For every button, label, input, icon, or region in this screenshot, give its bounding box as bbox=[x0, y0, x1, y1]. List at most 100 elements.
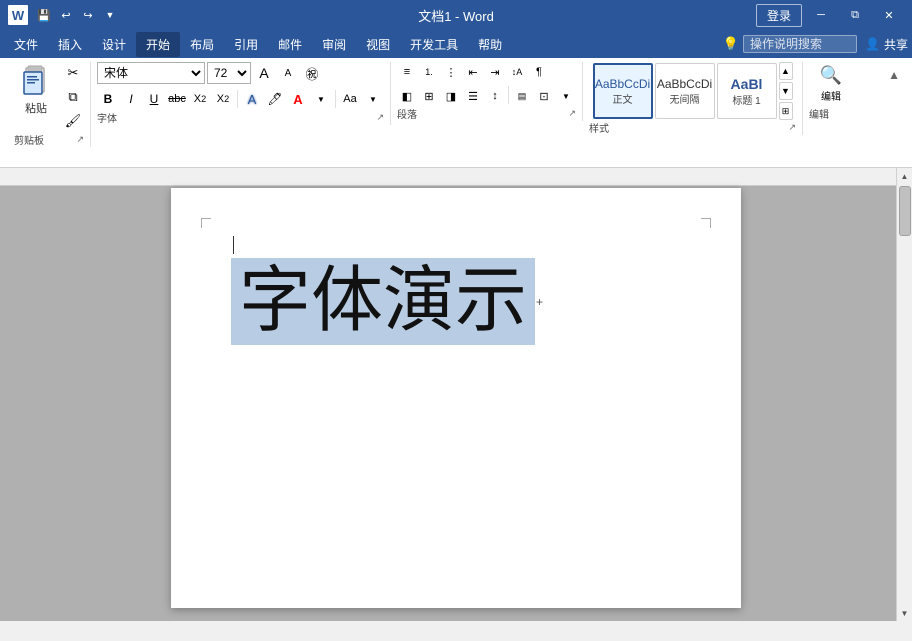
undo-quick-btn[interactable]: ↩ bbox=[56, 5, 76, 25]
clipboard-label: 剪贴板 bbox=[14, 132, 44, 147]
menu-design[interactable]: 设计 bbox=[92, 32, 136, 57]
menu-help[interactable]: 帮助 bbox=[468, 32, 512, 57]
customize-quick-btn[interactable]: ▼ bbox=[100, 5, 120, 25]
italic-button[interactable]: I bbox=[120, 88, 142, 110]
minimize-button[interactable]: ─ bbox=[806, 1, 836, 29]
text-effect-button[interactable]: A bbox=[241, 88, 263, 110]
shading-btn[interactable]: ▤ bbox=[512, 86, 532, 106]
subscript-button[interactable]: X2 bbox=[189, 88, 211, 110]
document-content[interactable]: 字体演示 + bbox=[231, 258, 681, 345]
app-icon: W bbox=[8, 5, 28, 25]
paste-button[interactable]: 粘贴 bbox=[14, 62, 58, 118]
redo-quick-btn[interactable]: ↪ bbox=[78, 5, 98, 25]
font-case-arrow[interactable]: ▼ bbox=[362, 88, 384, 110]
list-number-btn[interactable]: 1. bbox=[419, 62, 439, 82]
document-area[interactable]: 字体演示 + ▲ ▼ bbox=[0, 168, 912, 621]
menu-view[interactable]: 视图 bbox=[356, 32, 400, 57]
paragraph-group: ≡ 1. ⋮ ⇤ ⇥ ↕A ¶ ◧ ⊞ ◨ ☰ ↕ ▤ ⊡ ▼ bbox=[391, 62, 583, 121]
increase-font-btn[interactable]: A bbox=[253, 62, 275, 84]
align-left-btn[interactable]: ◧ bbox=[397, 86, 417, 106]
sort-btn[interactable]: ↕A bbox=[507, 62, 527, 82]
scrollbar-thumb[interactable] bbox=[899, 186, 911, 236]
clipboard-expand-icon[interactable]: ↗ bbox=[76, 134, 84, 145]
window-title: 文档1 - Word bbox=[418, 6, 494, 25]
menubar-right: 💡 👤 共享 bbox=[723, 35, 908, 53]
styles-footer: 样式 ↗ bbox=[589, 120, 796, 135]
login-button[interactable]: 登录 bbox=[756, 4, 802, 27]
restore-button[interactable]: ⧉ bbox=[840, 1, 870, 29]
font-color-arrow[interactable]: ▼ bbox=[310, 88, 332, 110]
resize-handle: + bbox=[536, 295, 543, 309]
decrease-font-btn[interactable]: A bbox=[277, 62, 299, 84]
font-case-button[interactable]: Aa bbox=[339, 88, 361, 110]
format-painter-button[interactable]: 🖌 bbox=[62, 110, 84, 132]
selected-text-block: 字体演示 + bbox=[231, 258, 535, 345]
menu-insert[interactable]: 插入 bbox=[48, 32, 92, 57]
save-quick-btn[interactable]: 💾 bbox=[34, 5, 54, 25]
font-expand-icon[interactable]: ↗ bbox=[376, 112, 384, 123]
list-bullet-btn[interactable]: ≡ bbox=[397, 62, 417, 82]
title-bar-right: 登录 ─ ⧉ ✕ bbox=[756, 1, 904, 29]
style-no-spacing-label: 无间隔 bbox=[670, 91, 700, 106]
scrollbar-up-arrow[interactable]: ▲ bbox=[897, 168, 912, 184]
superscript-button[interactable]: X2 bbox=[212, 88, 234, 110]
corner-mark-tr bbox=[701, 218, 711, 228]
styles-scroll-down[interactable]: ▼ bbox=[779, 82, 793, 100]
line-spacing-btn[interactable]: ↕ bbox=[485, 86, 505, 106]
title-bar: W 💾 ↩ ↪ ▼ 文档1 - Word 登录 ─ ⧉ ✕ bbox=[0, 0, 912, 30]
font-group-label: 字体 bbox=[97, 110, 117, 125]
vertical-scrollbar[interactable]: ▲ ▼ bbox=[896, 168, 912, 621]
close-button[interactable]: ✕ bbox=[874, 1, 904, 29]
font-size-select[interactable]: 72 bbox=[207, 62, 251, 84]
command-search-box[interactable] bbox=[743, 35, 857, 53]
list-multi-btn[interactable]: ⋮ bbox=[441, 62, 461, 82]
document-page[interactable]: 字体演示 + bbox=[171, 188, 741, 608]
styles-gallery: AaBbCcDi 正文 AaBbCcDi 无间隔 AaBl 标题 1 bbox=[593, 63, 777, 119]
clipboard-footer: 剪贴板 ↗ bbox=[14, 132, 84, 147]
menu-developer[interactable]: 开发工具 bbox=[400, 32, 468, 57]
font-family-select[interactable]: 宋体 bbox=[97, 62, 205, 84]
paragraph-content: ≡ 1. ⋮ ⇤ ⇥ ↕A ¶ ◧ ⊞ ◨ ☰ ↕ ▤ ⊡ ▼ bbox=[397, 62, 576, 106]
cut-button[interactable]: ✂ bbox=[62, 62, 84, 84]
menu-layout[interactable]: 布局 bbox=[180, 32, 224, 57]
align-justify-btn[interactable]: ☰ bbox=[463, 86, 483, 106]
text-highlight-button[interactable]: 🖊 bbox=[264, 88, 286, 110]
paste-label: 粘贴 bbox=[25, 100, 47, 116]
style-heading1-label: 标题 1 bbox=[732, 92, 760, 107]
styles-expand[interactable]: ⊞ bbox=[779, 102, 793, 120]
border-arrow-btn[interactable]: ▼ bbox=[556, 86, 576, 106]
styles-scroll-up[interactable]: ▲ bbox=[779, 62, 793, 80]
style-no-spacing[interactable]: AaBbCcDi 无间隔 bbox=[655, 63, 715, 119]
share-button[interactable]: 👤 共享 bbox=[865, 36, 908, 53]
styles-expand-icon[interactable]: ↗ bbox=[788, 122, 796, 133]
menu-bar: 文件 插入 设计 开始 布局 引用 邮件 审阅 视图 开发工具 帮助 💡 👤 共… bbox=[0, 30, 912, 58]
align-right-btn[interactable]: ◨ bbox=[441, 86, 461, 106]
style-heading1[interactable]: AaBl 标题 1 bbox=[717, 63, 777, 119]
style-normal[interactable]: AaBbCcDi 正文 bbox=[593, 63, 653, 119]
border-btn[interactable]: ⊡ bbox=[534, 86, 554, 106]
paragraph-label: 段落 bbox=[397, 106, 417, 121]
menu-references[interactable]: 引用 bbox=[224, 32, 268, 57]
clear-format-btn[interactable]: ㊗ bbox=[301, 62, 323, 84]
menu-mail[interactable]: 邮件 bbox=[268, 32, 312, 57]
underline-button[interactable]: U bbox=[143, 88, 165, 110]
menu-home[interactable]: 开始 bbox=[136, 32, 180, 57]
show-marks-btn[interactable]: ¶ bbox=[529, 62, 549, 82]
find-replace-btn[interactable]: 🔍 编辑 bbox=[809, 62, 853, 106]
paragraph-expand-icon[interactable]: ↗ bbox=[568, 108, 576, 119]
editing-group: 🔍 编辑 编辑 bbox=[803, 62, 859, 121]
indent-increase-btn[interactable]: ⇥ bbox=[485, 62, 505, 82]
scrollbar-down-arrow[interactable]: ▼ bbox=[897, 605, 912, 621]
strikethrough-button[interactable]: abc bbox=[166, 88, 188, 110]
bold-button[interactable]: B bbox=[97, 88, 119, 110]
copy-button[interactable]: ⧉ bbox=[62, 86, 84, 108]
command-search-input[interactable] bbox=[750, 37, 850, 51]
font-color-button[interactable]: A bbox=[287, 88, 309, 110]
font-group: 宋体 72 A A ㊗ B I U abc X2 X2 bbox=[91, 62, 391, 125]
ribbon-collapse-btn[interactable]: ▲ bbox=[884, 66, 904, 84]
indent-decrease-btn[interactable]: ⇤ bbox=[463, 62, 483, 82]
menu-file[interactable]: 文件 bbox=[4, 32, 48, 57]
align-center-btn[interactable]: ⊞ bbox=[419, 86, 439, 106]
styles-label: 样式 bbox=[589, 120, 609, 135]
menu-review[interactable]: 审阅 bbox=[312, 32, 356, 57]
